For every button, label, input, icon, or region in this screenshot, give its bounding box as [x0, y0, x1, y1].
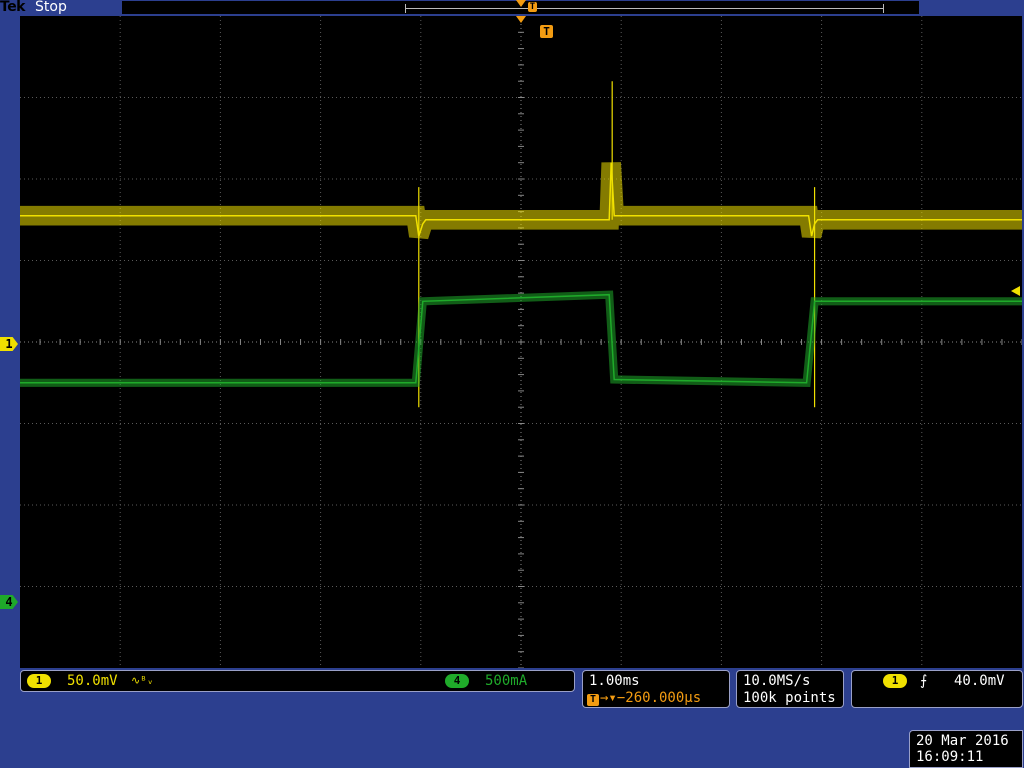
- trigger-position-marker[interactable]: T: [528, 2, 537, 12]
- trigger-delay: T →▾−260.000µs: [587, 690, 701, 706]
- trigger-point-arrow-icon: [516, 0, 526, 7]
- trigger-center-arrow-icon: [516, 16, 526, 23]
- trigger-readout-panel[interactable]: 1 ⨍ 40.0mV: [851, 670, 1023, 708]
- acquisition-readout-panel[interactable]: 10.0MS/s 100k points: [736, 670, 844, 708]
- waveform-ch4-trace: [20, 293, 1022, 384]
- waveform-ch4-noise: [20, 290, 1022, 387]
- ch1-ground-marker[interactable]: 1: [0, 337, 18, 351]
- status-bar: Tek Stop T: [0, 0, 1024, 16]
- trigger-source-badge: 1: [883, 674, 907, 688]
- date-readout: 20 Mar 2016: [916, 733, 1009, 749]
- rising-edge-icon: ⨍: [920, 673, 928, 689]
- acquisition-state[interactable]: Stop: [35, 0, 67, 15]
- ch4-badge[interactable]: 4: [445, 674, 469, 688]
- trigger-marker-icon: T: [587, 694, 599, 706]
- horizontal-readout-panel[interactable]: 1.00ms T →▾−260.000µs: [582, 670, 730, 708]
- record-view-window[interactable]: [405, 4, 884, 13]
- waveform-plot: [20, 16, 1022, 668]
- trigger-time-marker[interactable]: T: [540, 25, 553, 38]
- record-length: 100k points: [743, 690, 836, 706]
- ch1-coupling-icon: ∿ᴮᵥ: [131, 674, 154, 687]
- ch1-scale: 50.0mV: [67, 673, 118, 689]
- time-per-div: 1.00ms: [589, 673, 640, 689]
- trigger-level: 40.0mV: [954, 673, 1005, 689]
- sample-rate: 10.0MS/s: [743, 673, 811, 689]
- ch4-scale: 500mA: [485, 673, 528, 689]
- trigger-delay-value: →▾−260.000µs: [600, 690, 702, 706]
- ch4-ground-marker[interactable]: 4: [0, 595, 18, 609]
- ch1-badge[interactable]: 1: [27, 674, 51, 688]
- vertical-readout-panel[interactable]: 1 50.0mV ∿ᴮᵥ 4 500mA: [20, 670, 575, 692]
- brand-logo: Tek: [0, 0, 26, 15]
- time-readout: 16:09:11: [916, 749, 984, 765]
- waveform-display[interactable]: [20, 16, 1022, 668]
- trigger-level-arrow-icon[interactable]: [1011, 286, 1020, 296]
- waveform-ch1-noise: [20, 162, 1022, 240]
- datetime-panel: 20 Mar 2016 16:09:11: [909, 730, 1023, 768]
